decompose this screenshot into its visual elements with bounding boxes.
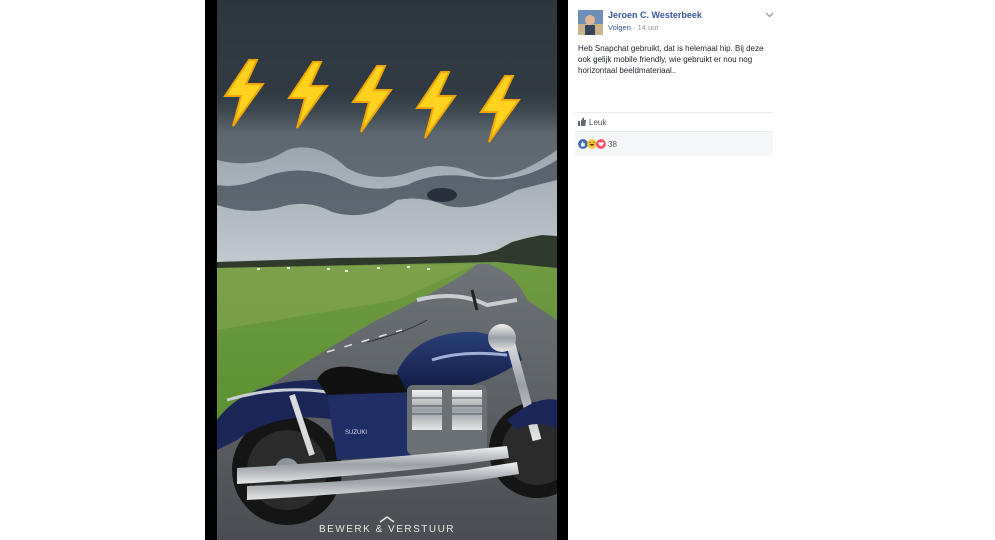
lightning-bolt-icon (287, 61, 329, 129)
chevron-up-icon (379, 516, 395, 523)
avatar[interactable] (578, 10, 603, 35)
lightning-bolt-icon (415, 71, 457, 139)
photo-frame: SUZUKI BEWERK & VERSTUUR (205, 0, 568, 540)
post-timestamp[interactable]: 14 uur (638, 23, 659, 32)
reaction-count: 38 (608, 140, 617, 149)
post-sidebar: Jeroen C. Westerbeek Volgen · 14 uur Heb… (568, 0, 774, 540)
divider (575, 112, 773, 113)
like-label: Leuk (589, 118, 607, 127)
edit-send-label: BEWERK & VERSTUUR (318, 524, 456, 535)
love-reaction-icon (596, 139, 606, 149)
reactions-bar[interactable]: 38 (575, 131, 773, 156)
meta-separator: · (633, 23, 636, 32)
lightning-bolt-icon (223, 59, 265, 127)
follow-link[interactable]: Volgen (608, 23, 631, 32)
lightning-bolt-icon (351, 65, 393, 133)
post-text: Heb Snapchat gebruikt, dat is helemaal h… (578, 44, 764, 75)
chevron-down-icon[interactable] (765, 12, 774, 18)
thumbs-up-icon (578, 117, 586, 126)
post-header: Jeroen C. Westerbeek Volgen · 14 uur (578, 10, 774, 36)
post-photo[interactable]: SUZUKI BEWERK & VERSTUUR (217, 0, 557, 540)
emoji-row (217, 58, 557, 143)
lightning-bolt-icon (479, 75, 521, 143)
avatar-image (578, 10, 603, 35)
author-name[interactable]: Jeroen C. Westerbeek (608, 10, 702, 20)
post-meta: Volgen · 14 uur (608, 23, 659, 32)
brand-badge: SUZUKI (345, 430, 367, 436)
